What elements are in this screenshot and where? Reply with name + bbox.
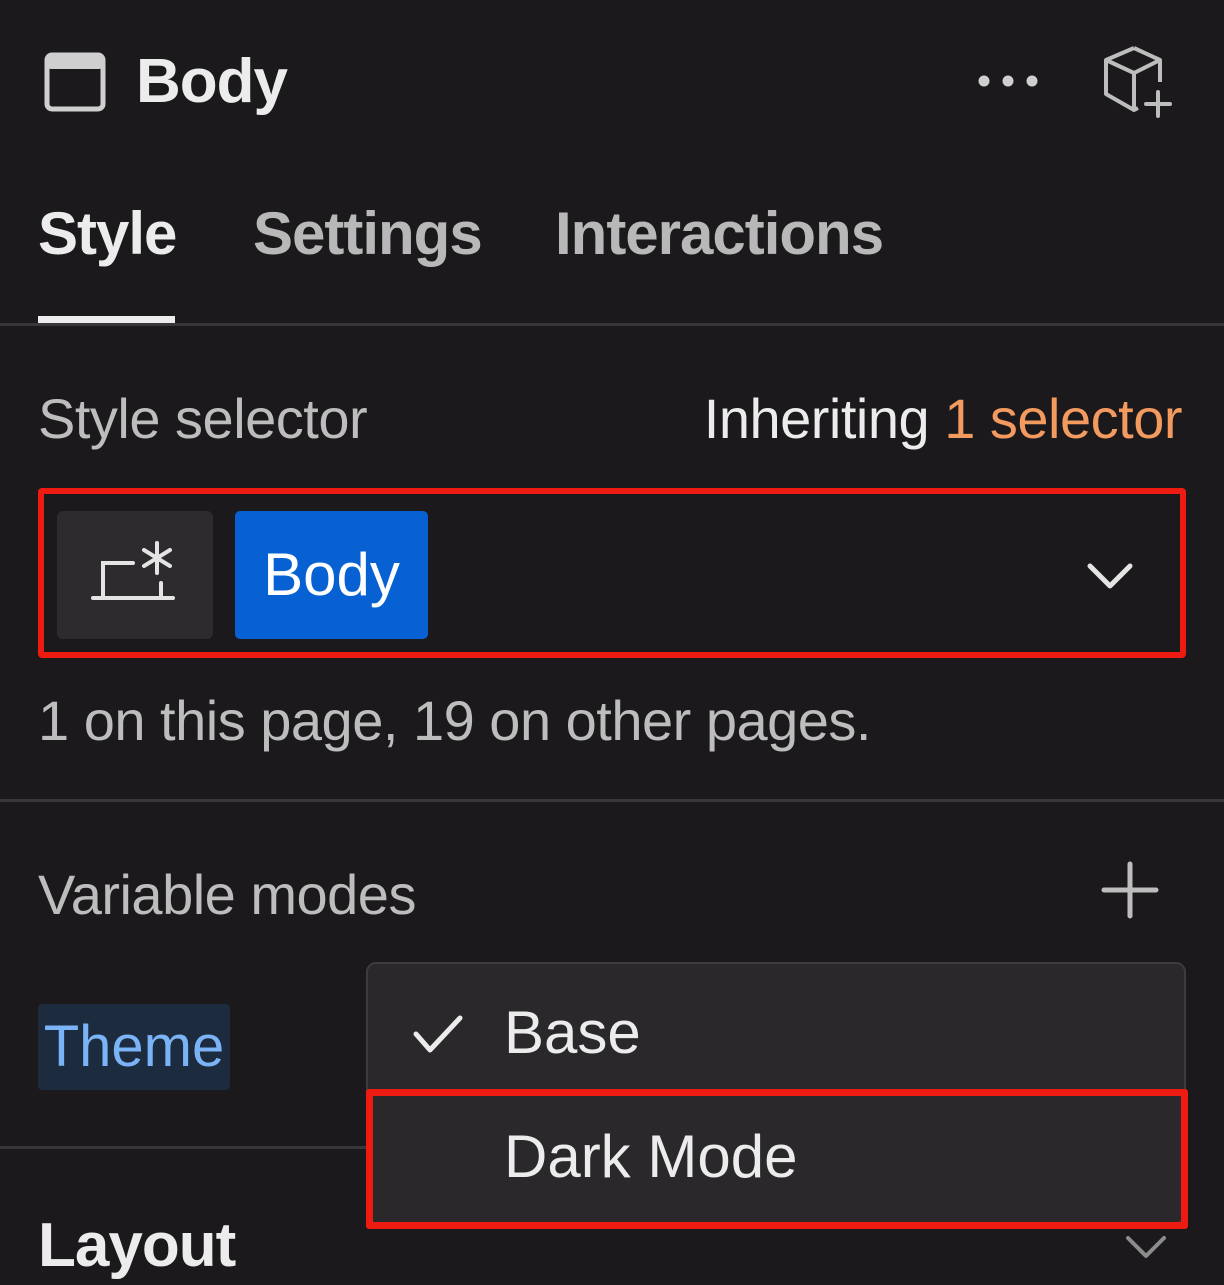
tab-style[interactable]: Style [38, 196, 177, 272]
more-options-button[interactable] [976, 66, 1040, 96]
selector-dropdown-chevron-icon[interactable] [1084, 556, 1136, 596]
tab-settings[interactable]: Settings [253, 196, 483, 272]
theme-variable-chip[interactable]: Theme [38, 1004, 230, 1090]
plus-icon [1101, 861, 1159, 919]
add-variable-mode-button[interactable] [1100, 860, 1160, 920]
inheriting-selector-link[interactable]: 1 selector [944, 387, 1182, 450]
active-tab-indicator [38, 316, 175, 323]
menu-item-label: Base [504, 999, 641, 1066]
cube-plus-icon [1104, 46, 1172, 118]
tab-interactions[interactable]: Interactions [555, 196, 884, 272]
inheriting-info: Inheriting 1 selector [703, 384, 1183, 454]
more-horizontal-icon [978, 75, 1038, 87]
tabs-divider [0, 323, 1224, 326]
state-selector-icon [91, 541, 175, 600]
element-title: Body [136, 47, 288, 116]
layout-section-title[interactable]: Layout [38, 1208, 236, 1284]
variable-modes-label: Variable modes [38, 863, 416, 926]
section-divider [0, 1146, 370, 1149]
menu-item-base[interactable] [368, 970, 1184, 1096]
layout-expand-chevron-icon[interactable] [1124, 1232, 1168, 1262]
style-selector-label: Style selector [38, 387, 368, 450]
state-selector-button[interactable] [57, 511, 213, 639]
check-icon [412, 1012, 464, 1056]
section-divider [0, 799, 1224, 802]
dark-mode-highlight [366, 1089, 1188, 1229]
selector-chip-body[interactable]: Body [235, 511, 428, 639]
window-icon [44, 52, 106, 112]
inheriting-prefix: Inheriting [703, 387, 930, 450]
create-component-button[interactable] [1098, 44, 1176, 120]
selector-usage-text: 1 on this page, 19 on other pages. [38, 689, 871, 752]
